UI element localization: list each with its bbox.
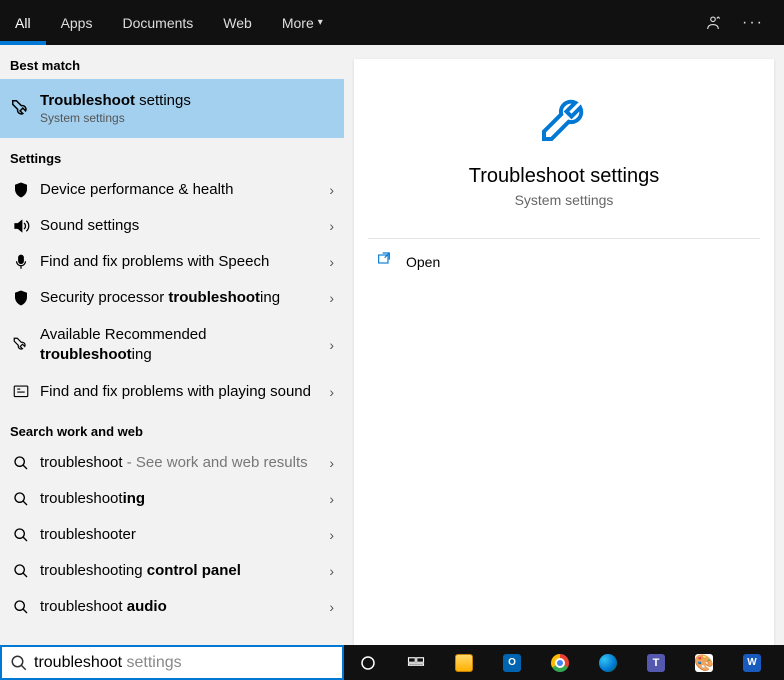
shield-icon: [10, 181, 32, 199]
result-speech-fix[interactable]: Find and fix problems with Speech ›: [0, 244, 344, 280]
chevron-right-icon: ›: [329, 491, 334, 507]
taskbar-teams[interactable]: T: [632, 645, 680, 680]
search-icon: [8, 654, 30, 672]
preview-title: Troubleshoot settings: [354, 165, 774, 188]
search-scope-tabs: All Apps Documents Web More▾ ···: [0, 0, 784, 45]
taskbar-cortana[interactable]: [344, 645, 392, 680]
search-icon: [10, 527, 32, 543]
section-search-web: Search work and web: [0, 411, 344, 445]
chevron-down-icon: ▾: [318, 17, 323, 28]
chevron-right-icon: ›: [329, 455, 334, 471]
taskbar-word[interactable]: W: [728, 645, 776, 680]
chevron-right-icon: ›: [329, 218, 334, 234]
microphone-icon: [10, 253, 32, 271]
section-settings: Settings: [0, 138, 344, 172]
best-match-result[interactable]: Troubleshoot settings System settings: [0, 79, 344, 138]
web-result-troubleshoot-audio[interactable]: troubleshoot audio ›: [0, 589, 344, 625]
web-result-troubleshoot[interactable]: troubleshoot - See work and web results …: [0, 445, 344, 481]
chevron-right-icon: ›: [329, 599, 334, 615]
results-panel: Best match Troubleshoot settings System …: [0, 45, 344, 645]
search-icon: [10, 563, 32, 579]
result-device-performance[interactable]: Device performance & health ›: [0, 172, 344, 208]
wrench-icon: [10, 336, 32, 354]
taskbar-outlook[interactable]: O: [488, 645, 536, 680]
result-security-processor[interactable]: Security processor troubleshooting ›: [0, 280, 344, 316]
web-result-troubleshooting-control-panel[interactable]: troubleshooting control panel ›: [0, 553, 344, 589]
tab-web[interactable]: Web: [208, 0, 267, 45]
preview-type: System settings: [354, 192, 774, 208]
shield-icon: [10, 289, 32, 307]
open-icon: [374, 251, 394, 272]
preview-open-action[interactable]: Open: [354, 239, 774, 284]
tab-more[interactable]: More▾: [267, 0, 338, 45]
chevron-right-icon: ›: [329, 527, 334, 543]
search-icon: [10, 491, 32, 507]
taskbar-explorer[interactable]: [440, 645, 488, 680]
preview-pane: Troubleshoot settings System settings Op…: [354, 59, 774, 645]
web-result-troubleshooter[interactable]: troubleshooter ›: [0, 517, 344, 553]
result-playing-sound[interactable]: Find and fix problems with playing sound…: [0, 373, 344, 411]
taskbar-chrome[interactable]: [536, 645, 584, 680]
sound-icon: [10, 217, 32, 235]
feedback-icon[interactable]: [694, 0, 732, 45]
preview-hero-icon: [534, 89, 594, 149]
tab-all[interactable]: All: [0, 0, 46, 45]
search-box[interactable]: troubleshoot settings: [0, 645, 344, 680]
result-recommended-troubleshooting[interactable]: Available Recommended troubleshooting ›: [0, 316, 344, 373]
result-sound-settings[interactable]: Sound settings ›: [0, 208, 344, 244]
section-best-match: Best match: [0, 45, 344, 79]
search-icon: [10, 455, 32, 471]
chevron-right-icon: ›: [329, 182, 334, 198]
search-input[interactable]: [30, 650, 237, 675]
control-panel-icon: [10, 383, 32, 401]
tab-documents[interactable]: Documents: [107, 0, 208, 45]
chevron-right-icon: ›: [329, 290, 334, 306]
taskbar-task-view[interactable]: [392, 645, 440, 680]
chevron-right-icon: ›: [329, 384, 334, 400]
taskbar-edge[interactable]: [584, 645, 632, 680]
taskbar-paint[interactable]: 🎨: [680, 645, 728, 680]
search-icon: [10, 599, 32, 615]
more-options-icon[interactable]: ···: [732, 0, 774, 45]
chevron-right-icon: ›: [329, 254, 334, 270]
tab-apps[interactable]: Apps: [46, 0, 108, 45]
chevron-right-icon: ›: [329, 337, 334, 353]
taskbar: O T 🎨 W: [344, 645, 784, 680]
chevron-right-icon: ›: [329, 563, 334, 579]
settings-wrench-icon: [10, 98, 32, 120]
web-result-troubleshooting[interactable]: troubleshooting ›: [0, 481, 344, 517]
